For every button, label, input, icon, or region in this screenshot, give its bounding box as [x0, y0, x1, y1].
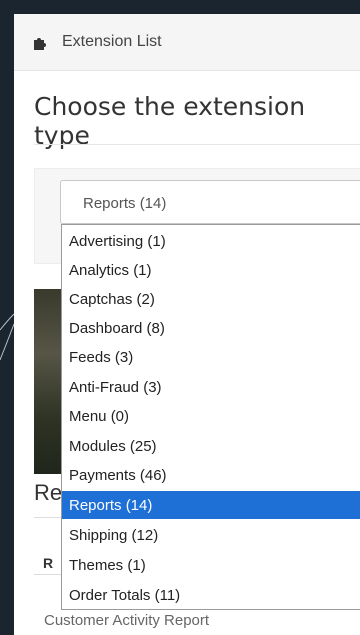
dropdown-option[interactable]: Menu (0)	[62, 402, 360, 430]
dropdown-option[interactable]: Themes (1)	[62, 551, 360, 579]
dropdown-option[interactable]: Order Totals (11)	[62, 581, 360, 609]
table-row-text: Customer Activity Report	[44, 612, 210, 629]
dropdown-option[interactable]: Analytics (1)	[62, 256, 360, 284]
extension-type-dropdown[interactable]: Advertising (1) Analytics (1) Captchas (2)…	[61, 224, 360, 610]
divider	[34, 144, 360, 145]
table-header-cell: R	[43, 555, 54, 571]
dropdown-option[interactable]: Reports (14)	[62, 491, 360, 519]
dropdown-option[interactable]: Payments (46)	[62, 461, 360, 489]
dropdown-option[interactable]: Shipping (12)	[62, 521, 360, 549]
panel-heading: Extension List	[14, 14, 360, 71]
dropdown-option[interactable]: Advertising (1)	[62, 227, 360, 255]
puzzle-icon	[34, 38, 46, 50]
report-heading-partial: Re	[34, 480, 63, 505]
dropdown-option[interactable]: Captchas (2)	[62, 285, 360, 313]
dropdown-option[interactable]: Feeds (3)	[62, 343, 360, 371]
dropdown-option[interactable]: Dashboard (8)	[62, 314, 360, 342]
page-title: Choose the extension type	[34, 92, 306, 150]
select-value: Reports (14)	[83, 195, 167, 212]
panel-title: Extension List	[62, 33, 162, 50]
dropdown-option[interactable]: Anti-Fraud (3)	[62, 373, 360, 401]
dropdown-option[interactable]: Modules (25)	[62, 432, 360, 460]
extension-type-select[interactable]: Reports (14)	[60, 180, 360, 224]
